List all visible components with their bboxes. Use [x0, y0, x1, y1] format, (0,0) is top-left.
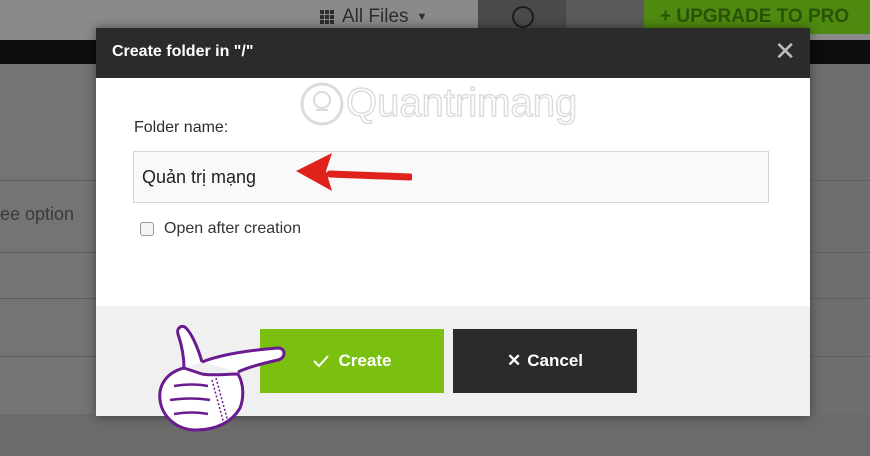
view-selector-label: All Files — [342, 6, 409, 27]
create-button-label: Create — [338, 351, 392, 370]
left-panel — [0, 64, 96, 456]
bottom-area — [0, 414, 870, 456]
x-icon: ✕ — [507, 351, 522, 370]
upgrade-label: + UPGRADE TO PRO — [660, 6, 850, 27]
pointing-hand-icon — [158, 324, 286, 432]
open-after-option[interactable]: Open after creation — [140, 220, 301, 238]
caret-down-icon: ▼ — [416, 11, 428, 23]
watermark-logo: Quantrimang — [300, 80, 578, 126]
folder-name-input[interactable] — [133, 151, 769, 203]
red-arrow-annotation — [296, 153, 412, 191]
watermark-text: Quantrimang — [346, 81, 577, 125]
open-after-label: Open after creation — [164, 220, 301, 237]
close-icon[interactable]: ✕ — [774, 38, 796, 64]
checkmark-icon — [312, 355, 329, 368]
dialog-title: Create folder in "/" — [112, 43, 254, 60]
grid-icon — [320, 10, 334, 24]
options-text: ee option — [0, 204, 75, 224]
cancel-button[interactable]: ✕ Cancel — [453, 329, 637, 393]
search-icon — [512, 6, 534, 28]
cancel-button-label: Cancel — [527, 351, 583, 370]
open-after-checkbox[interactable] — [140, 222, 154, 236]
folder-name-label: Folder name: — [134, 119, 229, 136]
